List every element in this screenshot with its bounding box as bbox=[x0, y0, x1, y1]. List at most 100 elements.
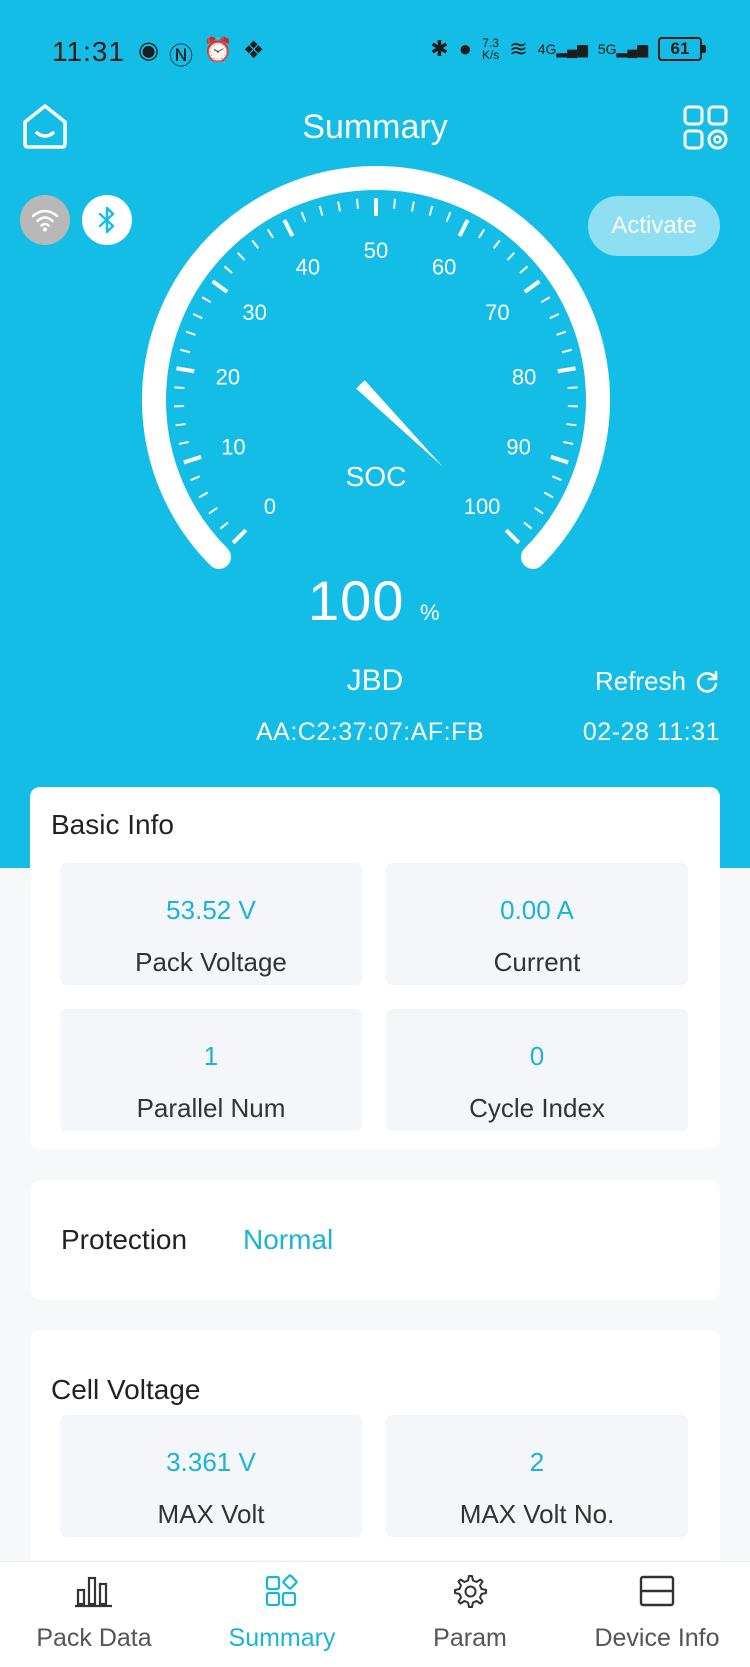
soc-gauge: 0 10 20 30 40 50 60 70 80 90 100 SOC bbox=[142, 166, 610, 569]
gauge-minor-tick bbox=[543, 491, 554, 499]
nav-summary[interactable]: Summary bbox=[188, 1562, 376, 1667]
gauge-tick-label: 60 bbox=[432, 254, 456, 279]
current-value: 0.00 A bbox=[500, 895, 574, 925]
gauge-major-tick bbox=[211, 279, 229, 294]
refresh-icon bbox=[696, 670, 718, 693]
gauge-minor-tick bbox=[192, 313, 203, 320]
gauge-minor-tick bbox=[174, 386, 185, 389]
gauge-minor-tick bbox=[519, 265, 529, 274]
gauge-tick-label: 40 bbox=[296, 254, 320, 279]
gauge-minor-tick bbox=[563, 440, 574, 446]
protection-status: Normal bbox=[243, 1224, 334, 1255]
gauge-major-tick bbox=[504, 528, 521, 545]
parallel-num-value: 1 bbox=[203, 1041, 219, 1071]
gauge-minor-tick bbox=[251, 239, 260, 249]
device-info-icon bbox=[639, 1575, 675, 1607]
gauge-minor-tick bbox=[566, 423, 577, 427]
gauge-minor-tick bbox=[236, 252, 246, 261]
gear-icon bbox=[454, 1575, 487, 1608]
gauge-minor-tick bbox=[393, 198, 397, 209]
gauge-minor-tick bbox=[540, 296, 551, 304]
gauge-minor-tick bbox=[534, 507, 544, 515]
cycle-index-value: 0 bbox=[529, 1041, 545, 1071]
nav-pack-data[interactable]: Pack Data bbox=[0, 1562, 188, 1667]
gauge-tick-label: 30 bbox=[242, 300, 266, 325]
max-volt-tile: 3.361 V MAX Volt bbox=[60, 1415, 362, 1537]
soc-value: 100 bbox=[308, 569, 405, 632]
protection-label: Protection bbox=[61, 1224, 188, 1255]
gauge-minor-tick bbox=[185, 330, 196, 336]
pack-voltage-tile: 53.52 V Pack Voltage bbox=[60, 863, 362, 985]
gauge-minor-tick bbox=[219, 521, 229, 530]
pack-voltage-label: Pack Voltage bbox=[135, 947, 287, 977]
nav-label-pack-data: Pack Data bbox=[36, 1624, 152, 1652]
max-volt-no-value: 2 bbox=[529, 1447, 545, 1477]
gauge-minor-tick bbox=[201, 296, 212, 304]
gauge-minor-tick bbox=[175, 423, 186, 427]
cell-voltage-title: Cell Voltage bbox=[51, 1374, 201, 1405]
gauge-minor-tick bbox=[178, 440, 189, 446]
refresh-label: Refresh bbox=[594, 666, 686, 696]
nav-device-info[interactable]: Device Info bbox=[564, 1562, 750, 1667]
pack-voltage-value: 53.52 V bbox=[166, 895, 256, 925]
current-tile: 0.00 A Current bbox=[386, 863, 688, 985]
gauge-major-tick bbox=[550, 454, 569, 465]
gauge-minor-tick bbox=[300, 211, 307, 222]
gauge-minor-tick bbox=[190, 475, 201, 482]
nav-param[interactable]: Param bbox=[376, 1562, 564, 1667]
gauge-major-tick bbox=[231, 528, 248, 545]
gauge-label: SOC bbox=[346, 461, 407, 492]
gauge-minor-tick bbox=[337, 201, 342, 212]
gauge-tick-label: 80 bbox=[512, 365, 536, 390]
gauge-minor-tick bbox=[318, 205, 324, 216]
gauge-major-tick bbox=[183, 454, 202, 465]
gauge-minor-tick bbox=[492, 239, 501, 249]
parallel-num-label: Parallel Num bbox=[136, 1093, 286, 1123]
gauge-major-tick bbox=[457, 219, 470, 237]
gauge-minor-tick bbox=[180, 348, 191, 354]
gauge-tick-label: 90 bbox=[506, 434, 530, 459]
refresh-button[interactable]: Refresh bbox=[595, 666, 720, 697]
cycle-index-tile: 0 Cycle Index bbox=[386, 1009, 688, 1131]
basic-info-card: Basic Info 53.52 V Pack Voltage 0.00 A C… bbox=[30, 787, 720, 1149]
device-mac: AA:C2:37:07:AF:FB bbox=[256, 718, 485, 746]
summary-grid-icon bbox=[265, 1574, 298, 1607]
gauge-minor-tick bbox=[556, 330, 567, 336]
gauge-minor-tick bbox=[523, 521, 533, 530]
gauge-minor-tick bbox=[266, 228, 274, 239]
gauge-tick-label: 20 bbox=[216, 365, 240, 390]
gauge-minor-tick bbox=[561, 348, 572, 354]
max-volt-no-tile: 2 MAX Volt No. bbox=[386, 1415, 688, 1537]
soc-unit: % bbox=[420, 600, 440, 625]
parallel-num-tile: 1 Parallel Num bbox=[60, 1009, 362, 1131]
cell-voltage-card: Cell Voltage 3.361 V MAX Volt 2 MAX Volt… bbox=[30, 1330, 720, 1560]
gauge-minor-tick bbox=[551, 475, 562, 482]
max-volt-label: MAX Volt bbox=[157, 1499, 265, 1529]
gauge-minor-tick bbox=[549, 313, 560, 320]
gauge-major-tick bbox=[282, 219, 295, 237]
bottom-nav: Pack Data Summary Param Device Info bbox=[0, 1561, 750, 1667]
gauge-minor-tick bbox=[567, 386, 578, 389]
gauge-needle bbox=[356, 380, 444, 468]
max-volt-no-label: MAX Volt No. bbox=[459, 1499, 615, 1529]
nav-label-param: Param bbox=[433, 1624, 507, 1652]
gauge-minor-tick bbox=[410, 201, 415, 212]
current-label: Current bbox=[493, 947, 581, 977]
gauge-major-tick bbox=[523, 279, 541, 294]
update-time: 02-28 11:31 bbox=[582, 718, 720, 746]
gauge-minor-tick bbox=[355, 198, 359, 209]
max-volt-value: 3.361 V bbox=[166, 1447, 256, 1477]
gauge-minor-tick bbox=[478, 228, 486, 239]
basic-info-title: Basic Info bbox=[51, 809, 174, 840]
gauge-tick-label: 100 bbox=[464, 494, 501, 519]
gauge-minor-tick bbox=[198, 491, 209, 499]
protection-card: Protection Normal bbox=[30, 1180, 720, 1300]
gauge-major-tick bbox=[557, 366, 576, 374]
gauge-tick-label: 70 bbox=[485, 300, 509, 325]
gauge-tick-label: 10 bbox=[221, 434, 245, 459]
gauge-minor-tick bbox=[506, 252, 516, 261]
bar-chart-icon bbox=[75, 1576, 112, 1608]
nav-label-device-info: Device Info bbox=[594, 1624, 720, 1652]
gauge-tick-label: 0 bbox=[264, 494, 276, 519]
cycle-index-label: Cycle Index bbox=[469, 1093, 605, 1123]
